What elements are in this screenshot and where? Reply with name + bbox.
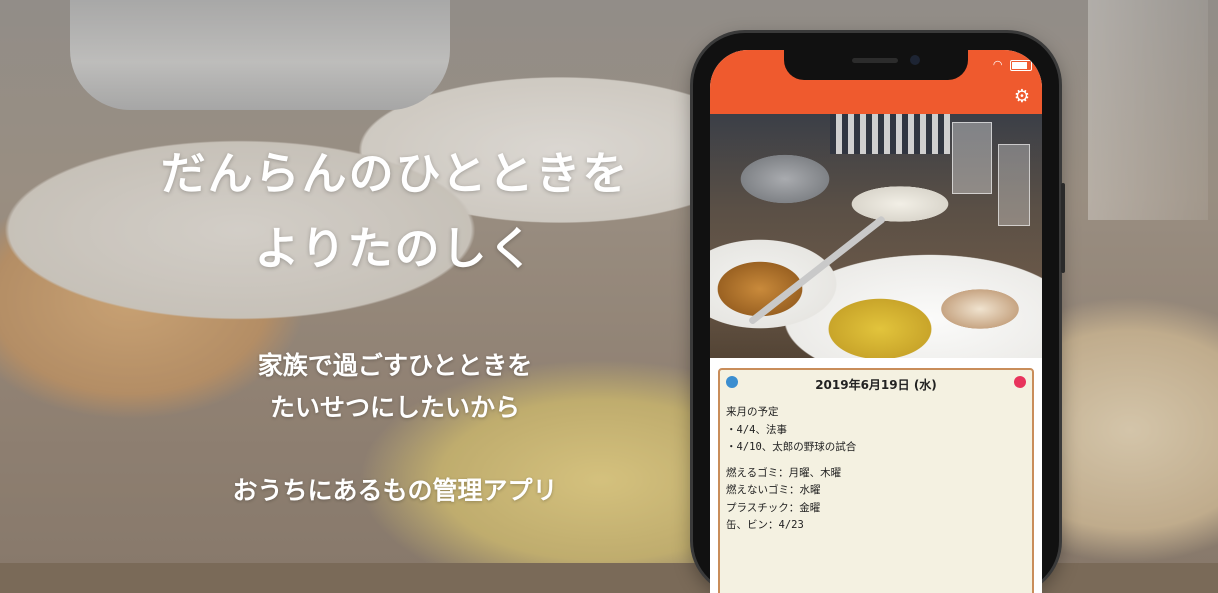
- memo-card[interactable]: 2019年6月19日 (水) 来月の予定 ・4/4、法事 ・4/10、太郎の野球…: [718, 368, 1034, 593]
- memo-line: 燃えるゴミ：月曜、木曜: [726, 466, 842, 479]
- front-camera: [910, 55, 920, 65]
- hero-tagline: おうちにあるもの管理アプリ: [232, 476, 558, 505]
- hero-subtitle: 家族で過ごすひとときを たいせつにしたいから: [0, 345, 790, 429]
- hero-subtitle-line1: 家族で過ごすひとときを: [257, 351, 533, 380]
- photo-glass: [998, 144, 1030, 226]
- battery-icon: [1010, 59, 1032, 71]
- memo-line: プラスチック：金曜: [726, 501, 821, 514]
- hero-title: だんらんのひとときを よりたのしく: [0, 136, 790, 286]
- memo-line: 缶、ビン：4/23: [726, 519, 804, 531]
- memo-body: 来月の予定 ・4/4、法事 ・4/10、太郎の野球の試合 燃えるゴミ：月曜、木曜…: [726, 404, 1026, 535]
- gear-icon[interactable]: ⚙: [1014, 88, 1030, 106]
- status-bar: ◠: [993, 58, 1032, 71]
- phone-side-button: [1061, 183, 1065, 273]
- phone-screen: ◠ ⚙ 2019年6月19日 (水) 来月の予定 ・4/4、法事 ・4/10、太…: [710, 50, 1042, 593]
- phone-notch: [784, 50, 968, 80]
- photo-striped-shirt: [830, 114, 950, 154]
- speaker-grille: [852, 58, 898, 63]
- photo-glass: [952, 122, 992, 194]
- memo-date: 2019年6月19日 (水): [815, 378, 937, 392]
- photo-fork: [747, 215, 887, 326]
- hero-title-line2: よりたのしく: [254, 222, 536, 275]
- header-food-photo: [710, 114, 1042, 358]
- memo-line: 燃えないゴミ：水曜: [726, 484, 821, 496]
- hero-title-line1: だんらんのひとときを: [160, 147, 630, 200]
- wifi-icon: ◠: [992, 58, 1003, 71]
- memo-line: ・4/4、法事: [726, 423, 787, 436]
- memo-line: ・4/10、太郎の野球の試合: [726, 441, 857, 453]
- phone-mockup: ◠ ⚙ 2019年6月19日 (水) 来月の予定 ・4/4、法事 ・4/10、太…: [693, 33, 1065, 593]
- hero-subtitle-line2: たいせつにしたいから: [269, 393, 520, 422]
- memo-line: 来月の予定: [726, 406, 779, 418]
